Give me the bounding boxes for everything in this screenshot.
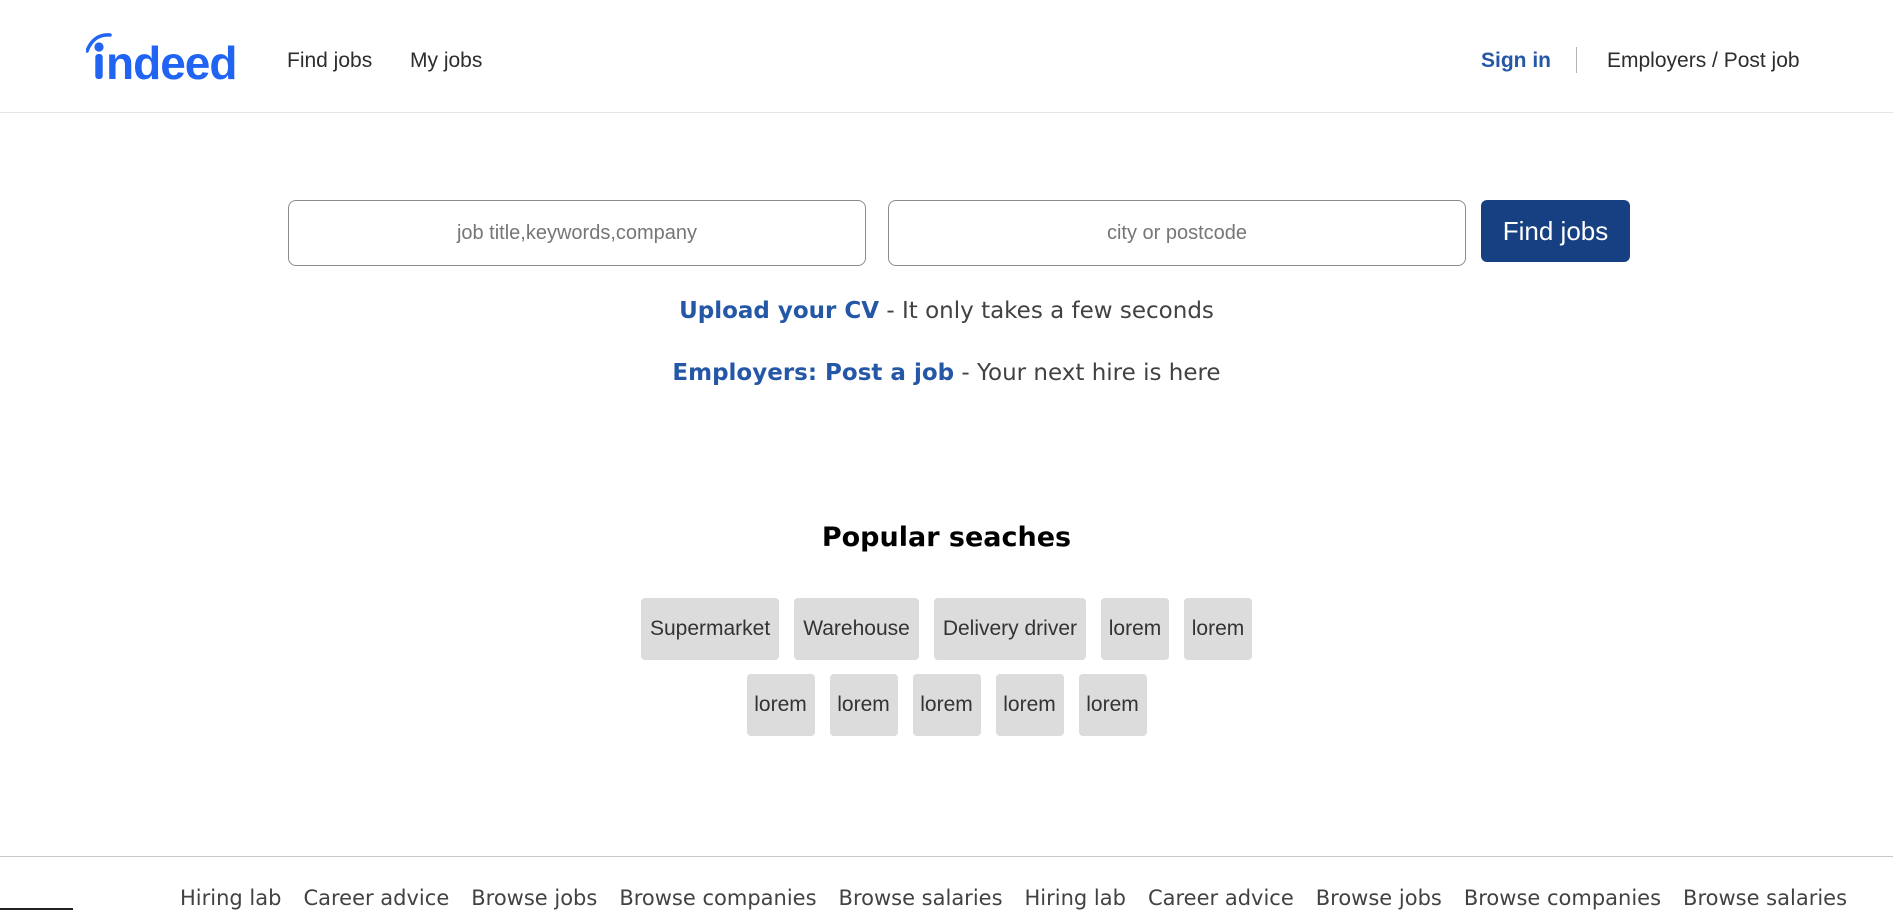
popular-search-chip[interactable]: Supermarket [640,598,780,660]
footer-link-browse-jobs[interactable]: Browse jobs [1316,886,1442,910]
popular-search-chip[interactable]: lorem [912,674,981,736]
nav-my-jobs[interactable]: My jobs [410,48,482,74]
footer-link-browse-salaries[interactable]: Browse salaries [839,886,1003,910]
header-divider [1576,47,1577,73]
upload-cv-promo: Upload your CV - It only takes a few sec… [0,298,1893,324]
popular-search-chip[interactable]: lorem [995,674,1064,736]
footer-link-browse-companies[interactable]: Browse companies [619,886,816,910]
post-job-link[interactable]: Employers: Post a job [672,360,954,386]
svg-text:ndeed: ndeed [106,37,236,86]
location-search-input[interactable] [888,200,1466,266]
nav-find-jobs[interactable]: Find jobs [287,48,372,74]
popular-search-chip[interactable]: lorem [1078,674,1147,736]
popular-searches-row-1: Supermarket Warehouse Delivery driver lo… [0,598,1893,660]
footer-link-hiring-lab[interactable]: Hiring lab [1025,886,1126,910]
popular-search-chip[interactable]: Warehouse [794,598,919,660]
footer-link-browse-jobs[interactable]: Browse jobs [471,886,597,910]
footer-links: Hiring lab Career advice Browse jobs Bro… [180,886,1847,910]
site-header: ndeed Find jobs My jobs Sign in Employer… [0,0,1893,113]
popular-search-chip[interactable]: Delivery driver [933,598,1087,660]
sign-in-link[interactable]: Sign in [1481,48,1551,74]
find-jobs-button[interactable]: Find jobs [1481,200,1630,262]
footer-link-browse-companies[interactable]: Browse companies [1464,886,1661,910]
popular-search-chip[interactable]: lorem [746,674,815,736]
footer-link-browse-salaries[interactable]: Browse salaries [1683,886,1847,910]
footer-link-career-advice[interactable]: Career advice [1148,886,1294,910]
post-job-text: - Your next hire is here [954,360,1221,386]
popular-search-chip[interactable]: lorem [829,674,898,736]
popular-search-chip[interactable]: lorem [1184,598,1253,660]
job-search-input[interactable] [288,200,866,266]
indeed-logo-icon: ndeed [86,33,237,86]
site-footer: Hiring lab Career advice Browse jobs Bro… [0,856,1893,910]
popular-searches-row-2: lorem lorem lorem lorem lorem [0,674,1893,736]
footer-link-hiring-lab[interactable]: Hiring lab [180,886,281,910]
upload-cv-text: - It only takes a few seconds [879,298,1214,324]
footer-link-career-advice[interactable]: Career advice [303,886,449,910]
upload-cv-link[interactable]: Upload your CV [679,298,879,324]
post-job-promo: Employers: Post a job - Your next hire i… [0,360,1893,386]
indeed-logo[interactable]: ndeed [86,30,248,86]
popular-searches-title: Popular seaches [821,522,1072,553]
popular-search-chip[interactable]: lorem [1101,598,1170,660]
employers-post-job-link[interactable]: Employers / Post job [1607,48,1800,74]
